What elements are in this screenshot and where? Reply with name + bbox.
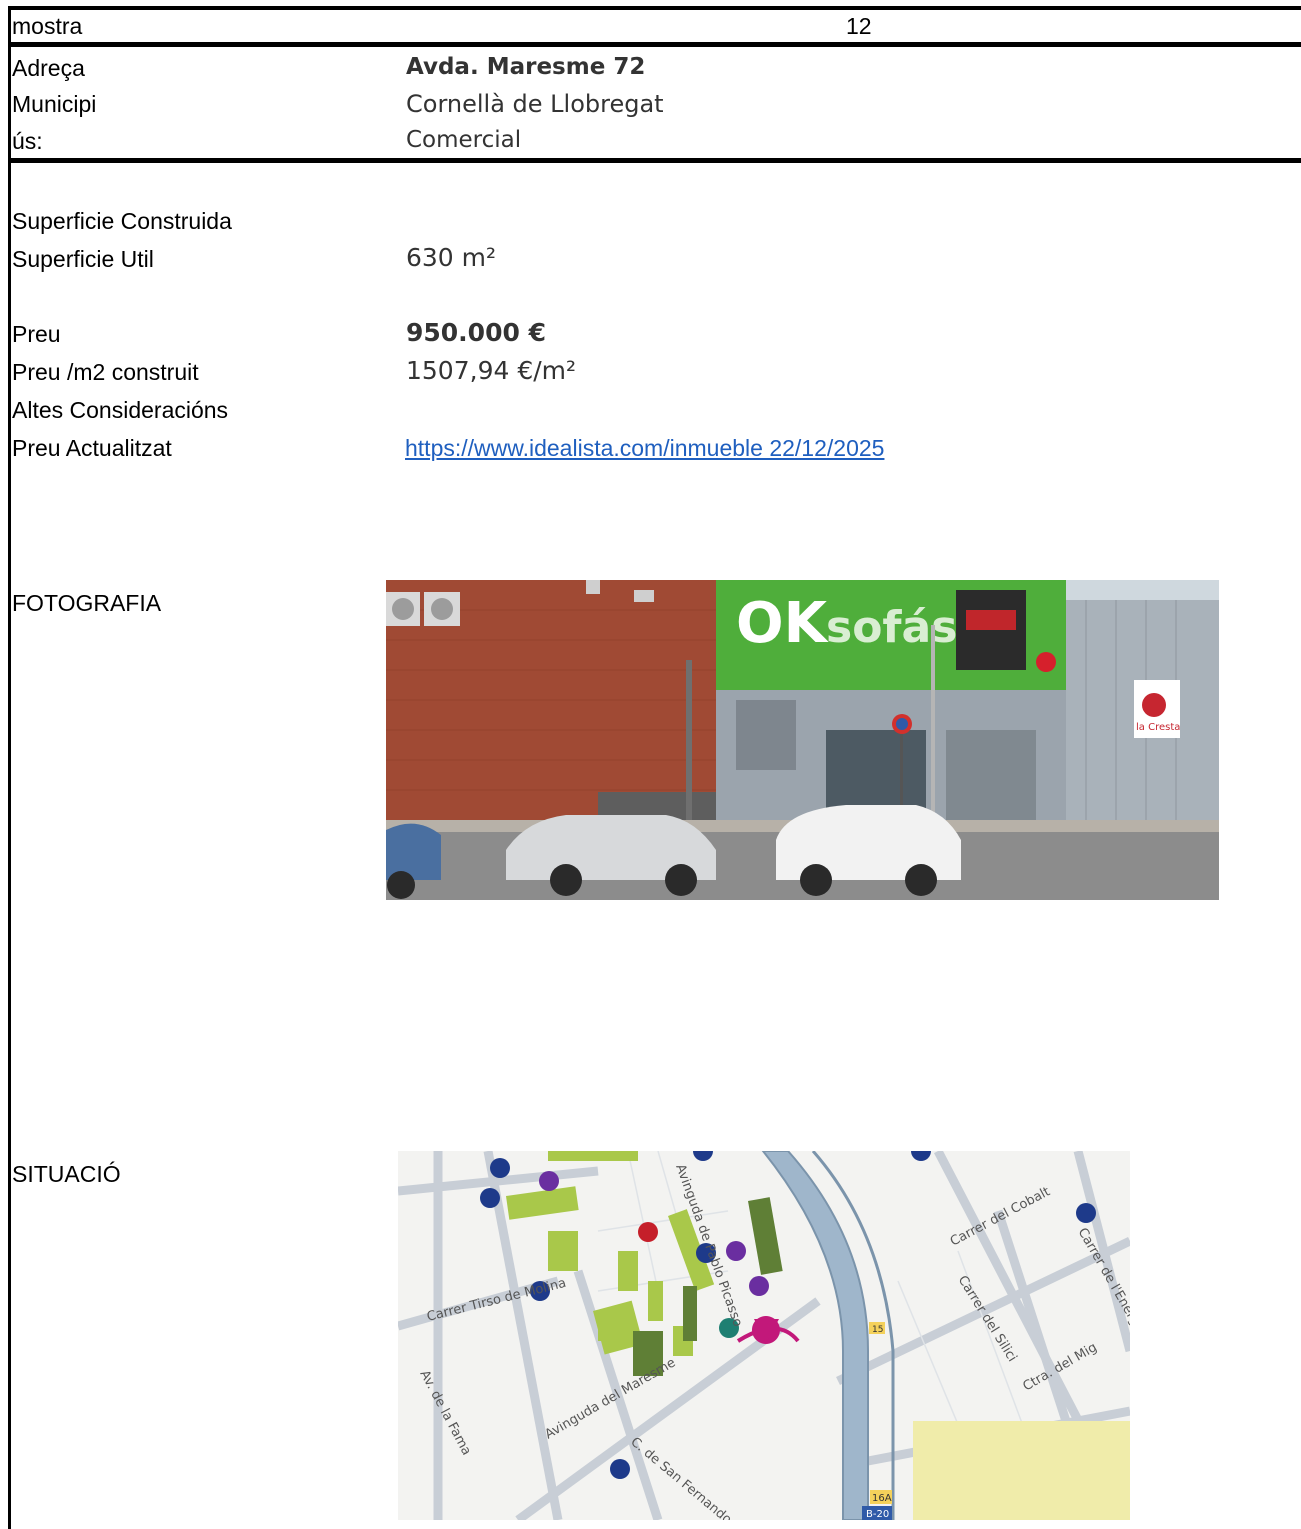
price-per-m2-value: 1507,94 €/m² xyxy=(406,356,577,385)
price-label: Preu xyxy=(12,321,61,347)
oksofas-sign: OK xyxy=(736,591,830,656)
municipality-value: Cornellà de Llobregat xyxy=(406,90,664,118)
municipality-label: Municipi xyxy=(12,91,97,117)
road-badge-15: 15 xyxy=(872,1325,883,1335)
address-value: Avda. Maresme 72 xyxy=(406,54,646,80)
left-border xyxy=(8,6,11,1529)
price-value: 950.000 € xyxy=(406,318,546,347)
other-considerations-label: Altes Consideracións xyxy=(12,397,229,423)
details-bottom-border xyxy=(8,158,1301,163)
top-border xyxy=(8,6,1301,10)
road-badge-16a: 16A xyxy=(872,1493,892,1504)
built-surface-label: Superficie Construida xyxy=(12,208,232,234)
sample-number: 12 xyxy=(846,13,872,39)
location-map[interactable]: 15 16A B-20 Carrer Tirso de Molina Av. d… xyxy=(398,1151,1130,1520)
lacresta-sign: la Cresta xyxy=(1136,722,1180,733)
price-updated-label: Preu Actualitzat xyxy=(12,435,172,461)
building-photo: OK sofás la Cresta xyxy=(386,580,1219,900)
photo-label: FOTOGRAFIA xyxy=(12,590,162,616)
useful-surface-label: Superficie Util xyxy=(12,246,154,272)
road-badge-b20: B-20 xyxy=(866,1509,889,1520)
useful-surface-value: 630 m² xyxy=(406,243,497,272)
header-bottom-border xyxy=(8,42,1301,47)
use-value: Comercial xyxy=(406,127,522,153)
price-per-m2-label: Preu /m2 construit xyxy=(12,359,199,385)
situation-label: SITUACIÓ xyxy=(12,1161,121,1187)
sample-label: mostra xyxy=(12,13,83,39)
idealista-link[interactable]: https://www.idealista.com/inmueble 22/12… xyxy=(405,437,884,460)
svg-text:sofás: sofás xyxy=(826,602,957,653)
use-label: ús: xyxy=(12,128,43,154)
address-label: Adreça xyxy=(12,55,85,81)
